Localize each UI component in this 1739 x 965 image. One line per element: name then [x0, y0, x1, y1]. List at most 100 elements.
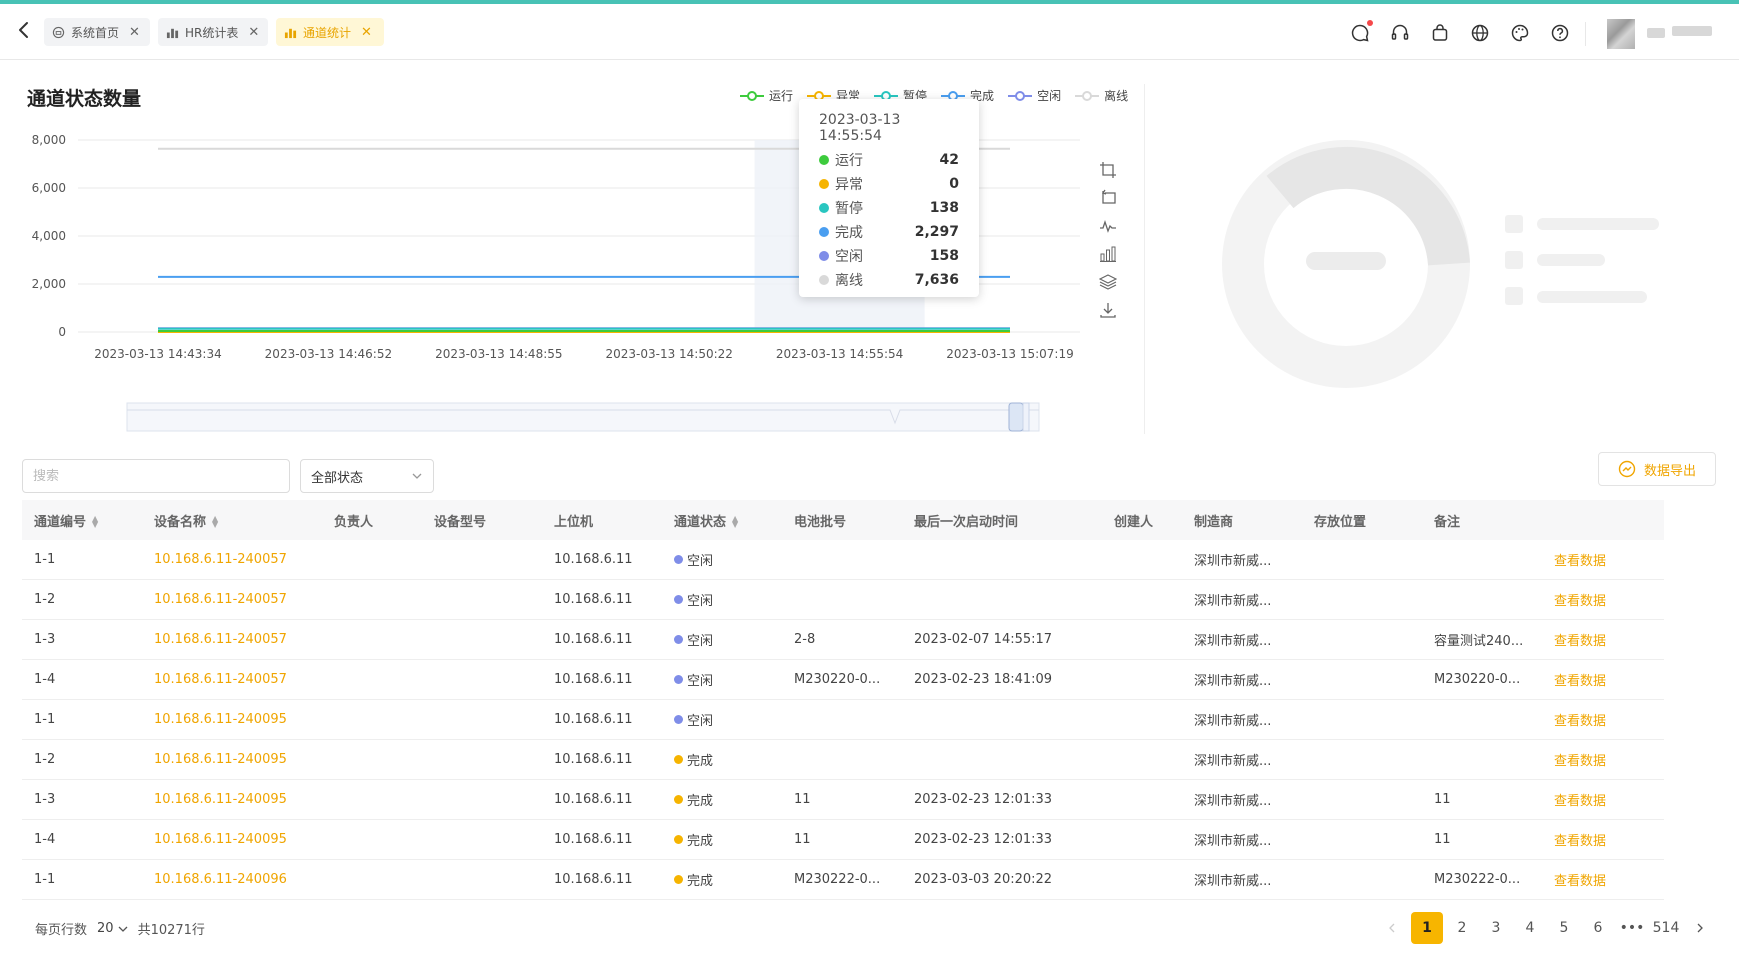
table-cell: 深圳市新威...: [1182, 710, 1302, 729]
device-name-link[interactable]: 10.168.6.11-240095: [154, 792, 287, 807]
page-button[interactable]: 6: [1581, 912, 1615, 944]
table-cell: 10.168.6.11-240095: [142, 792, 322, 807]
cell-text: 深圳市新威...: [1194, 794, 1272, 809]
page-button[interactable]: 4: [1513, 912, 1547, 944]
page-button[interactable]: 1: [1411, 912, 1443, 944]
next-page-icon[interactable]: [1683, 912, 1717, 944]
globe-icon[interactable]: [1469, 22, 1491, 44]
page-button[interactable]: 514: [1649, 912, 1683, 944]
tab-home[interactable]: 系统首页 ✕: [44, 18, 150, 46]
palette-icon[interactable]: [1509, 22, 1531, 44]
zoom-area-icon[interactable]: [1098, 160, 1118, 180]
legend-item[interactable]: 运行: [740, 87, 793, 104]
device-name-link[interactable]: 10.168.6.11-240057: [154, 672, 287, 687]
stack-icon[interactable]: [1098, 272, 1118, 292]
tooltip-dot: [819, 179, 829, 189]
page-button[interactable]: 3: [1479, 912, 1513, 944]
status-dot: [674, 715, 683, 724]
table-cell: 10.168.6.11-240095: [142, 752, 322, 767]
search-input[interactable]: [22, 459, 290, 493]
table-row: 1-2 10.168.6.11-240095 10.168.6.11 完成 深圳市新威.…: [22, 740, 1664, 780]
sort-icon[interactable]: ▲ ▼: [732, 515, 738, 529]
device-name-link[interactable]: 10.168.6.11-240057: [154, 592, 287, 607]
view-data-link[interactable]: 查看数据: [1554, 834, 1606, 849]
tooltip-dot: [819, 251, 829, 261]
tooltip-series-name: 暂停: [835, 201, 863, 217]
page-ellipsis[interactable]: •••: [1615, 912, 1649, 944]
cell-text: 深圳市新威...: [1194, 754, 1272, 769]
table-cell: 1-2: [22, 592, 142, 607]
cell-text: 深圳市新威...: [1194, 834, 1272, 849]
view-data-link[interactable]: 查看数据: [1554, 714, 1606, 729]
legend-skeleton-box: [1505, 251, 1523, 269]
sort-icon[interactable]: ▲ ▼: [92, 515, 98, 529]
cell-text: 1-1: [34, 552, 56, 567]
prev-page-icon[interactable]: [1375, 912, 1409, 944]
view-data-link[interactable]: 查看数据: [1554, 554, 1606, 569]
status-badge: 完成: [674, 870, 782, 889]
status-select[interactable]: 全部状态: [300, 459, 434, 493]
zoom-slider-handle[interactable]: [1008, 402, 1024, 432]
cell-text: 11: [1434, 792, 1451, 807]
rows-per-page-select[interactable]: 20: [97, 921, 128, 936]
page-button[interactable]: 5: [1547, 912, 1581, 944]
message-icon[interactable]: [1349, 20, 1373, 44]
column-header[interactable]: 通道状态 ▲ ▼: [662, 511, 782, 530]
column-header-label: 创建人: [1114, 514, 1154, 530]
export-button[interactable]: 数据导出: [1598, 452, 1716, 486]
view-data-link[interactable]: 查看数据: [1554, 674, 1606, 689]
table-cell: 查看数据: [1542, 590, 1644, 609]
device-name-link[interactable]: 10.168.6.11-240057: [154, 552, 287, 567]
bar-chart-icon: [166, 26, 179, 39]
headset-icon[interactable]: [1389, 22, 1411, 44]
download-icon[interactable]: [1098, 300, 1118, 320]
legend-item[interactable]: 空闲: [1008, 87, 1061, 104]
view-data-link[interactable]: 查看数据: [1554, 594, 1606, 609]
status-badge: 完成: [674, 790, 782, 809]
table-cell: 10.168.6.11-240057: [142, 632, 322, 647]
column-header-label: 通道编号: [34, 514, 87, 530]
bar-chart-icon: [284, 26, 297, 39]
device-name-link[interactable]: 10.168.6.11-240057: [154, 632, 287, 647]
page-button[interactable]: 2: [1445, 912, 1479, 944]
legend-item[interactable]: 离线: [1075, 87, 1128, 104]
bar-type-icon[interactable]: [1098, 244, 1118, 264]
view-data-link[interactable]: 查看数据: [1554, 754, 1606, 769]
x-tick-label: 2023-03-13 14:55:54: [776, 347, 903, 361]
avatar[interactable]: [1607, 19, 1635, 49]
help-icon[interactable]: [1549, 22, 1571, 44]
column-header[interactable]: 通道编号 ▲ ▼: [22, 511, 142, 530]
zoom-slider-handle[interactable]: [1022, 402, 1030, 432]
legend-marker: [1008, 90, 1033, 102]
view-data-link[interactable]: 查看数据: [1554, 874, 1606, 889]
pagination: 1 2 3 4 5 6 ••• 514: [1375, 912, 1717, 944]
table-cell: 完成: [662, 750, 782, 769]
legend-skeleton-line: [1537, 291, 1647, 303]
x-tick-label: 2023-03-13 14:50:22: [605, 347, 732, 361]
home-icon: [52, 26, 65, 39]
table-cell: M230222-0...: [1422, 872, 1542, 887]
view-data-link[interactable]: 查看数据: [1554, 634, 1606, 649]
bag-icon[interactable]: [1429, 22, 1451, 44]
device-name-link[interactable]: 10.168.6.11-240096: [154, 872, 287, 887]
view-data-link[interactable]: 查看数据: [1554, 794, 1606, 809]
close-icon[interactable]: ✕: [361, 25, 372, 40]
tab-hr-stats[interactable]: HR统计表 ✕: [158, 18, 268, 46]
cell-text: 1-2: [34, 592, 56, 607]
back-icon[interactable]: [12, 18, 36, 42]
device-name-link[interactable]: 10.168.6.11-240095: [154, 712, 287, 727]
device-name-link[interactable]: 10.168.6.11-240095: [154, 832, 287, 847]
close-icon[interactable]: ✕: [129, 25, 140, 40]
export-icon: [1618, 460, 1636, 478]
y-tick-label: 2,000: [32, 277, 66, 291]
sort-icon[interactable]: ▲ ▼: [212, 515, 218, 529]
tab-channel-stats[interactable]: 通道统计 ✕: [276, 18, 384, 46]
y-tick-label: 8,000: [32, 133, 66, 147]
legend-marker: [740, 90, 764, 102]
device-name-link[interactable]: 10.168.6.11-240095: [154, 752, 287, 767]
column-header[interactable]: 设备名称 ▲ ▼: [142, 511, 322, 530]
zoom-slider-track[interactable]: [126, 402, 1040, 432]
zoom-reset-icon[interactable]: [1098, 188, 1118, 208]
line-type-icon[interactable]: [1098, 216, 1118, 236]
close-icon[interactable]: ✕: [248, 25, 259, 40]
